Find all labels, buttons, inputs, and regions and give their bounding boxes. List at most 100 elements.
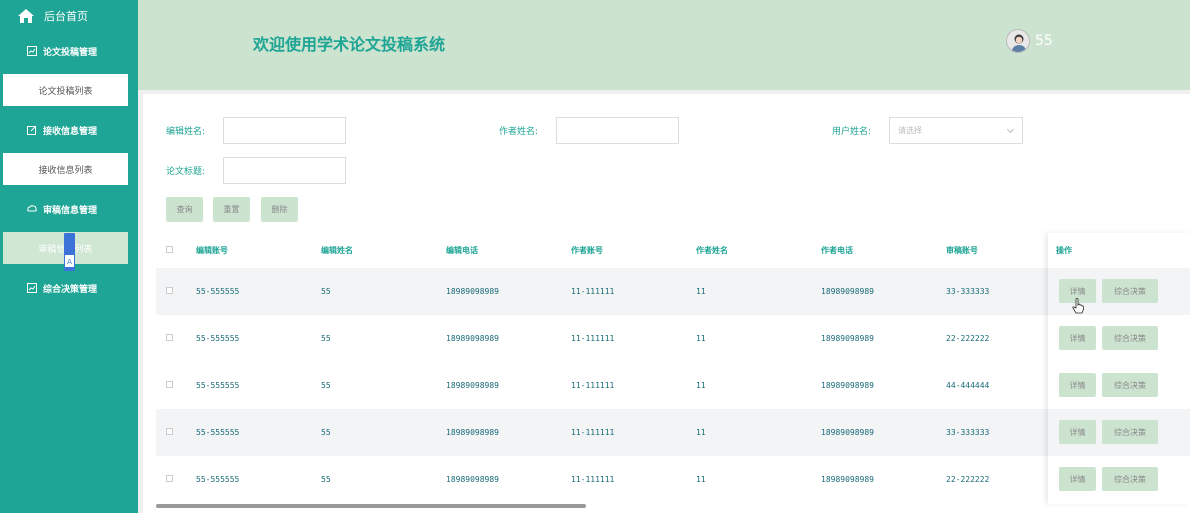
table-cell: 11-111111 (571, 409, 696, 456)
sidebar-item-label: 接收信息列表 (38, 165, 93, 176)
chart-icon (27, 46, 37, 56)
sidebar-item-paper-list[interactable]: 论文投稿列表 (3, 74, 128, 106)
table-cell: 33-333333 (946, 409, 1048, 456)
header: 欢迎使用学术论文投稿系统 55 (138, 0, 1190, 90)
table-cell: 33-333333 (946, 268, 1048, 315)
table-cell: 18989098989 (446, 268, 571, 315)
table-row[interactable]: 55-555555 55 18989098989 11-111111 11 18… (156, 409, 1048, 456)
table-cell: 22-222222 (946, 475, 990, 484)
sidebar-item-label: 论文投稿列表 (38, 86, 93, 97)
table-cell: 18989098989 (446, 475, 499, 484)
table-cell: 18989098989 (821, 475, 874, 484)
chart-icon (27, 283, 37, 293)
sidebar-home-label: 后台首页 (44, 9, 88, 23)
table-row[interactable]: 55-555555 55 18989098989 11-111111 11 18… (156, 315, 1048, 362)
username[interactable]: 55 (1035, 33, 1053, 49)
row-checkbox[interactable] (166, 334, 173, 341)
ops-row: 详情 综合决策 (1048, 456, 1190, 503)
select-all-checkbox[interactable] (166, 246, 173, 253)
home-icon (18, 8, 34, 23)
edit-icon (27, 125, 37, 135)
ops-header: 操作 (1056, 246, 1072, 255)
decision-button[interactable]: 综合决策 (1102, 373, 1158, 397)
table-cell: 55 (321, 409, 446, 456)
table-cell: 18989098989 (821, 381, 874, 390)
detail-button[interactable]: 详情 (1059, 420, 1096, 444)
sidebar-item-receive-list[interactable]: 接收信息列表 (3, 153, 128, 185)
decision-button[interactable]: 综合决策 (1102, 467, 1158, 491)
hand-cursor-icon (1072, 298, 1084, 314)
decision-button[interactable]: 综合决策 (1102, 420, 1158, 444)
paper-title-label: 论文标题: (166, 167, 206, 177)
table-row[interactable]: 55-555555 55 18989098989 11-111111 11 18… (156, 268, 1048, 315)
table-cell: 55 (321, 268, 446, 315)
table-cell: 44-444444 (946, 381, 990, 390)
table-cell: 22-222222 (946, 334, 990, 343)
sidebar: 后台首页 论文投稿管理 论文投稿列表 接收信息管理 接收信息列表 审稿信息管理 … (0, 0, 138, 513)
table-cell: 11-111111 (571, 268, 696, 315)
ops-row: 详情 综合决策 (1048, 268, 1190, 315)
decision-button[interactable]: 综合决策 (1102, 326, 1158, 350)
row-checkbox[interactable] (166, 475, 173, 482)
sidebar-home[interactable]: 后台首页 (0, 0, 138, 31)
sidebar-group-label: 审稿信息管理 (43, 205, 98, 216)
horizontal-scrollbar[interactable] (156, 504, 586, 508)
decision-button[interactable]: 综合决策 (1102, 279, 1158, 303)
table-cell: 55-555555 (196, 409, 321, 456)
table-cell: 55-555555 (196, 268, 321, 315)
table-cell: 18989098989 (821, 334, 874, 343)
sidebar-group-label: 综合决策管理 (43, 284, 98, 295)
table-cell: 11 (696, 409, 821, 456)
row-checkbox[interactable] (166, 428, 173, 435)
reset-button[interactable]: 重置 (213, 197, 250, 222)
cloud-icon (27, 205, 37, 212)
sidebar-group-decision[interactable]: 综合决策管理 (0, 271, 138, 305)
table-cell: 11-111111 (571, 334, 615, 343)
sidebar-group-receive[interactable]: 接收信息管理 (0, 113, 138, 147)
table-row[interactable]: 55-555555 55 18989098989 11-111111 11 18… (156, 362, 1048, 409)
table-cell: 11-111111 (571, 381, 615, 390)
detail-button[interactable]: 详情 (1059, 467, 1096, 491)
table-cell: 11 (696, 381, 706, 390)
query-button[interactable]: 查询 (166, 197, 203, 222)
chevron-down-icon (1006, 125, 1015, 134)
table-cell: 18989098989 (821, 409, 946, 456)
user-name-label: 用户姓名: (832, 127, 872, 137)
operations-column: 操作 详情 综合决策 详情 综合决策 详情 综合决策 详情 综合决策 详情 综合… (1048, 233, 1190, 504)
table-cell: 55 (321, 381, 331, 390)
translate-icon[interactable]: A (64, 233, 75, 271)
table-row[interactable]: 55-555555 55 18989098989 11-111111 11 18… (156, 456, 1048, 503)
table-cell: 11 (696, 475, 706, 484)
select-placeholder: 请选择 (898, 126, 922, 135)
user-name-select[interactable]: 请选择 (889, 117, 1023, 144)
author-name-input[interactable] (556, 117, 679, 144)
col-header: 作者账号 (571, 246, 603, 255)
table-cell: 18989098989 (821, 268, 946, 315)
row-checkbox[interactable] (166, 381, 173, 388)
editor-name-input[interactable] (223, 117, 346, 144)
col-header: 作者电话 (821, 246, 853, 255)
detail-button[interactable]: 详情 (1059, 326, 1096, 350)
avatar[interactable] (1006, 29, 1030, 53)
table-cell: 11 (696, 268, 821, 315)
svg-text:A: A (67, 258, 72, 266)
data-table: 编辑账号 编辑姓名 编辑电话 作者账号 作者姓名 作者电话 审稿账号 55-55… (156, 233, 1048, 503)
table-cell: 55-555555 (196, 475, 240, 484)
ops-row: 详情 综合决策 (1048, 315, 1190, 362)
col-header: 编辑账号 (196, 246, 228, 255)
sidebar-group-label: 接收信息管理 (43, 126, 98, 137)
paper-title-input[interactable] (223, 157, 346, 184)
author-name-label: 作者姓名: (499, 127, 539, 137)
table-cell: 55-555555 (196, 334, 240, 343)
table-cell: 18989098989 (446, 381, 499, 390)
delete-button[interactable]: 删除 (261, 197, 298, 222)
editor-name-label: 编辑姓名: (166, 127, 206, 137)
ops-row: 详情 综合决策 (1048, 409, 1190, 456)
row-checkbox[interactable] (166, 287, 173, 294)
table-cell: 18989098989 (446, 334, 499, 343)
sidebar-group-review[interactable]: 审稿信息管理 (0, 192, 138, 226)
col-header: 审稿账号 (946, 246, 978, 255)
sidebar-group-paper[interactable]: 论文投稿管理 (0, 34, 138, 68)
sidebar-group-label: 论文投稿管理 (43, 47, 98, 58)
detail-button[interactable]: 详情 (1059, 373, 1096, 397)
